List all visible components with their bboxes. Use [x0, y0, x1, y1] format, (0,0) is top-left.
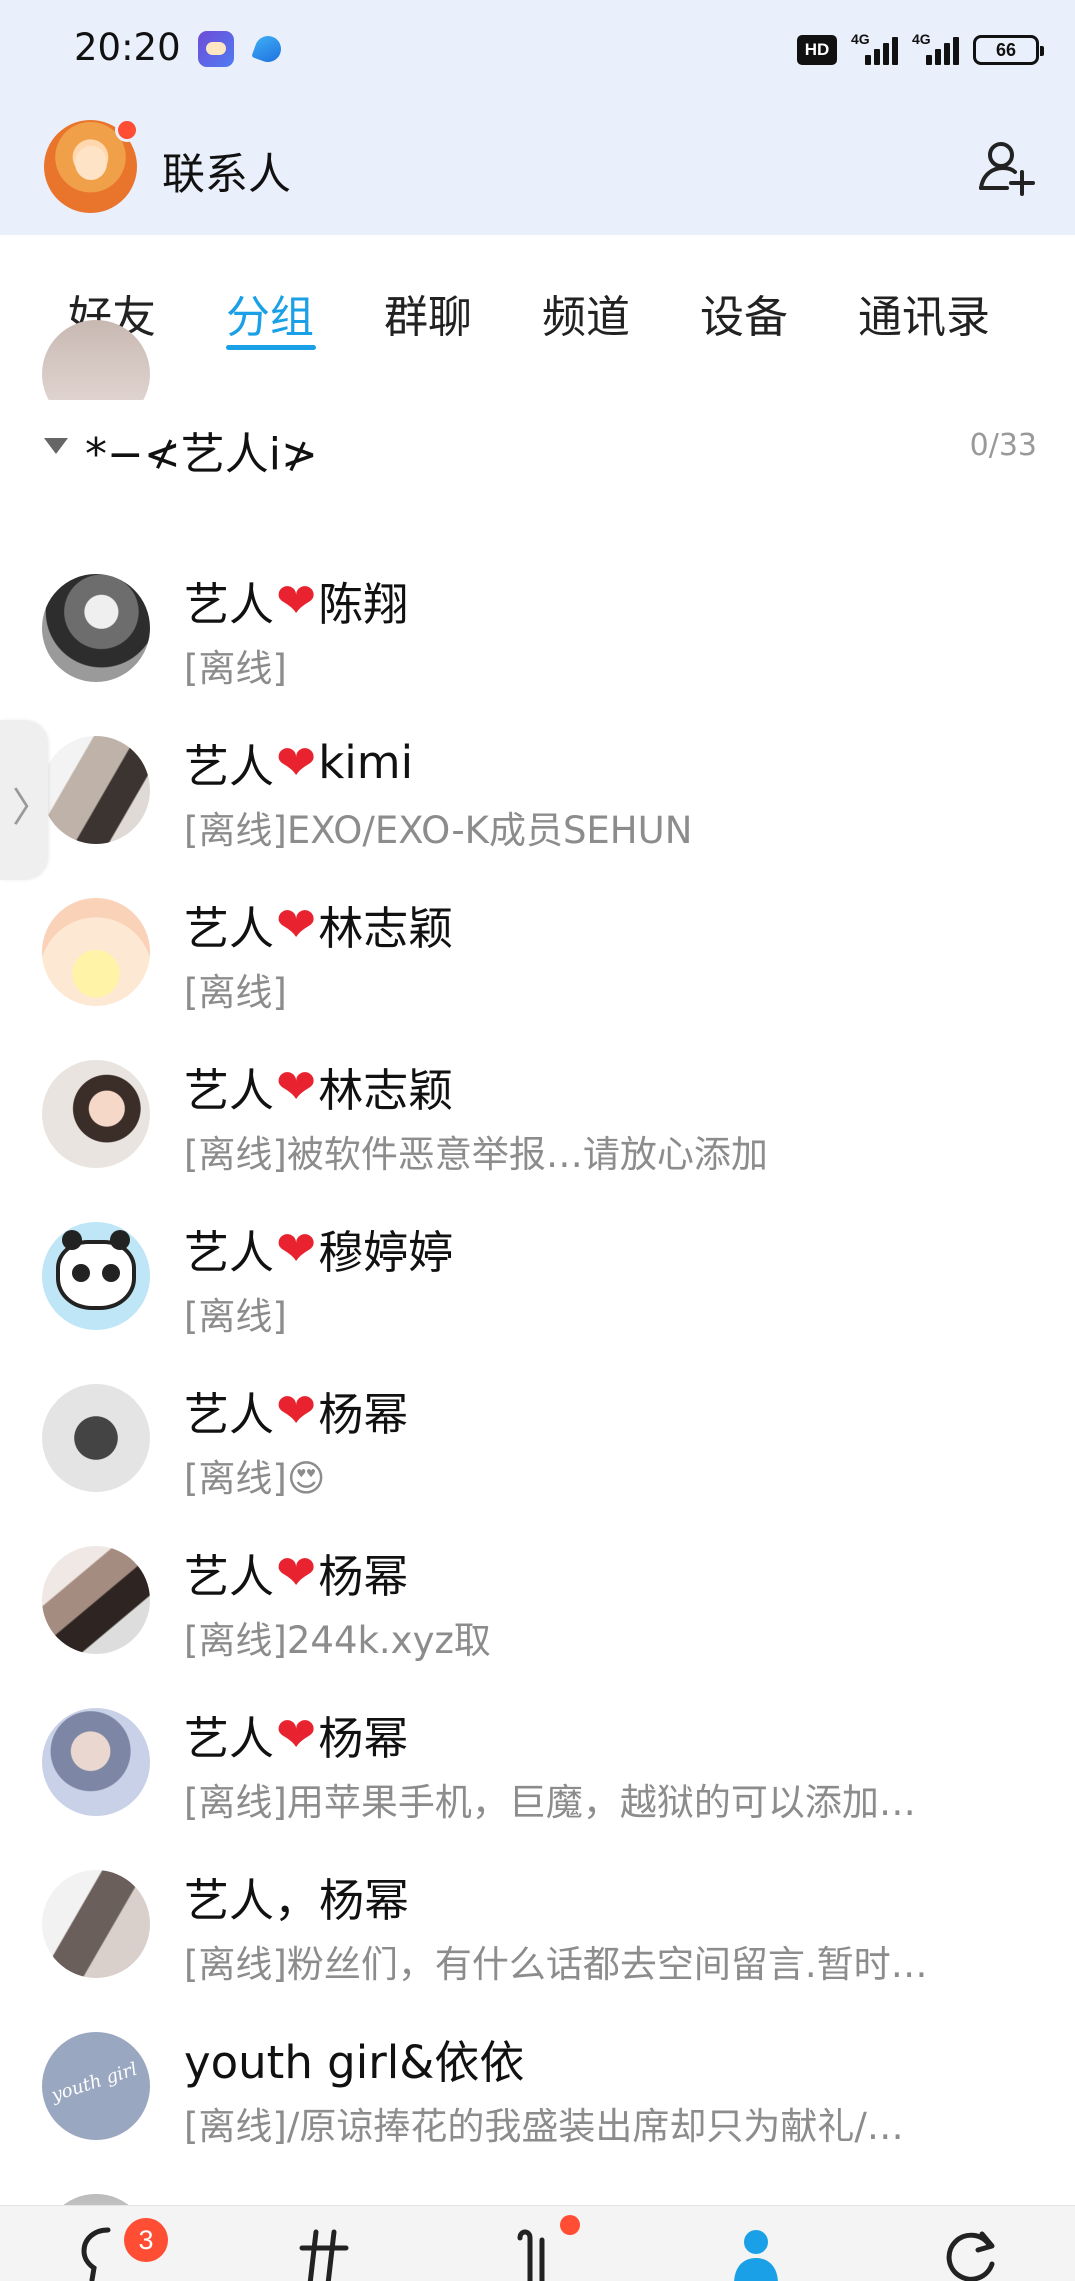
panda-icon [56, 1230, 136, 1310]
video-icon[interactable] [510, 2224, 570, 2281]
signal-icon-2: 4G [912, 31, 959, 65]
list-item[interactable]: 艺人 ❤ 林志颖 [离线] [0, 874, 1075, 1036]
avatar [42, 1384, 150, 1492]
avatar [42, 736, 150, 844]
heart-icon: ❤ [276, 1544, 317, 1601]
contact-status: [离线]EXO/EXO-K成员SEHUN [184, 809, 693, 852]
list-item[interactable]: 艺人 ❤ 杨幂 [离线]244k.xyz取 [0, 1522, 1075, 1684]
contact-name: 艺人 ❤ 陈翔 [184, 572, 409, 632]
status-time: 20:20 [74, 26, 181, 69]
tab-address-book[interactable]: 通讯录 [858, 281, 990, 345]
status-bar: 20:20 HD 4G 4G 66 [0, 0, 1075, 100]
tab-groups[interactable]: 分组 [226, 281, 314, 345]
contact-name: 艺人，杨幂 [184, 1874, 410, 1927]
contact-name: 艺人 ❤ 杨幂 [184, 1544, 409, 1604]
title-bar: 联系人 [0, 112, 1075, 224]
list-item[interactable]: 艺人 ❤ 杨幂 [离线]😍 [0, 1360, 1075, 1522]
contact-status: [离线]/原谅捧花的我盛装出席却只为献礼/… [184, 2105, 904, 2148]
list-item[interactable]: youth girl youth girl&依依 [离线]/原谅捧花的我盛装出席… [0, 2008, 1075, 2170]
group-header[interactable]: *−≮艺人i≯ 0/33 [0, 400, 1075, 490]
contact-status: [离线]被软件恶意举报…请放心添加 [184, 1133, 768, 1176]
contact-status: [离线]用苹果手机，巨魔，越狱的可以添加… [184, 1781, 916, 1824]
notification-dot [115, 118, 139, 142]
tab-bar: 好友 分组 群聊 频道 设备 通讯录 [0, 235, 1075, 365]
group-name: *−≮艺人i≯ [85, 429, 318, 480]
heart-icon: ❤ [276, 572, 317, 629]
list-item[interactable]: 艺人 ❤ 穆婷婷 [离线] [0, 1198, 1075, 1360]
list-item[interactable]: 艺人 ❤ kimi [离线]EXO/EXO-K成员SEHUN [0, 712, 1075, 874]
list-item[interactable]: 艺人 ❤ 杨幂 [离线]用苹果手机，巨魔，越狱的可以添加… [0, 1684, 1075, 1846]
tab-group-chats[interactable]: 群聊 [384, 281, 472, 345]
group-count: 0/33 [969, 428, 1037, 463]
list-item[interactable]: 艺人 ❤ 林志颖 [离线]被软件恶意举报…请放心添加 [0, 1036, 1075, 1198]
side-drawer-handle[interactable]: 〉 [0, 720, 52, 880]
messages-badge: 3 [124, 2218, 168, 2262]
contact-status: [离线]粉丝们，有什么话都去空间留言.暂时… [184, 1943, 928, 1986]
contact-name: 艺人 ❤ 林志颖 [184, 1058, 454, 1118]
my-avatar[interactable] [44, 118, 139, 213]
list-item[interactable]: 艺人 ❤ 陈翔 [离线] [0, 550, 1075, 712]
avatar [42, 898, 150, 1006]
caret-down-icon [44, 438, 68, 454]
tab-devices[interactable]: 设备 [700, 281, 788, 345]
hash-icon[interactable] [294, 2224, 354, 2281]
avatar [42, 1060, 150, 1168]
contacts-screen: 20:20 HD 4G 4G 66 联系人 好友 分组 群聊 频道 设备 通讯录… [0, 0, 1075, 2281]
contact-status: [离线] [184, 647, 287, 690]
heart-icon: ❤ [276, 734, 317, 791]
avatar [42, 574, 150, 682]
avatar [42, 1222, 150, 1330]
hd-icon: HD [797, 35, 837, 65]
refresh-icon[interactable] [942, 2224, 1002, 2281]
avatar [42, 1546, 150, 1654]
avatar: youth girl [42, 2032, 150, 2140]
contact-name: 艺人 ❤ 杨幂 [184, 1706, 409, 1766]
heart-icon: ❤ [276, 1706, 317, 1763]
contact-name: 艺人 ❤ 林志颖 [184, 896, 454, 956]
chevron-right-icon: 〉 [12, 785, 52, 831]
heart-icon: ❤ [276, 1220, 317, 1277]
contact-status: [离线]😍 [184, 1457, 326, 1500]
heart-icon: ❤ [276, 896, 317, 953]
add-user-icon[interactable] [977, 138, 1035, 196]
contact-status: [离线]244k.xyz取 [184, 1619, 491, 1662]
contact-status: [离线] [184, 971, 287, 1014]
contact-name: 艺人 ❤ 穆婷婷 [184, 1220, 454, 1280]
avatar [42, 1870, 150, 1978]
weather-app-icon [198, 31, 234, 67]
active-tab-indicator [226, 345, 316, 350]
tab-channels[interactable]: 频道 [542, 281, 630, 345]
battery-icon: 66 [973, 35, 1044, 65]
status-indicators: HD 4G 4G 66 [797, 30, 1044, 70]
heart-icon: ❤ [276, 1058, 317, 1115]
notification-dot [560, 2215, 580, 2235]
contact-name: 艺人 ❤ kimi [184, 734, 414, 793]
contact-name: youth girl&依依 [184, 2036, 525, 2089]
header-area: 20:20 HD 4G 4G 66 联系人 [0, 0, 1075, 235]
notification-app-icon [251, 32, 285, 66]
avatar [42, 1708, 150, 1816]
contacts-icon[interactable] [726, 2224, 786, 2281]
signal-icon-1: 4G [851, 31, 898, 65]
page-title: 联系人 [162, 150, 291, 200]
heart-icon: ❤ [276, 1382, 317, 1439]
list-item[interactable]: 艺人，杨幂 [离线]粉丝们，有什么话都去空间留言.暂时… [0, 1846, 1075, 2008]
contact-name: 艺人 ❤ 杨幂 [184, 1382, 409, 1442]
contact-status: [离线] [184, 1295, 287, 1338]
